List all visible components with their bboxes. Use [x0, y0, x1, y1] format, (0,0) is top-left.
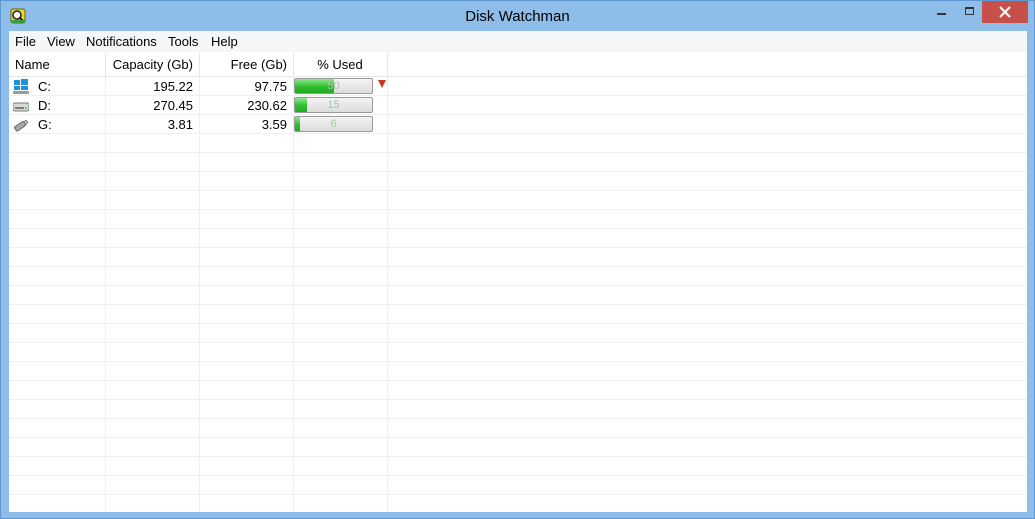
grid-row-line — [9, 418, 1027, 419]
list-header: Name Capacity (Gb) Free (Gb) % Used — [9, 53, 1027, 77]
title-bar[interactable]: Disk Watchman — [1, 1, 1034, 31]
grid-row-line — [9, 456, 1027, 457]
drive-free: 97.75 — [254, 79, 287, 94]
app-window: Disk Watchman File View Notifications To… — [0, 0, 1035, 519]
grid-row-line — [9, 380, 1027, 381]
menu-tools[interactable]: Tools — [168, 34, 198, 49]
alert-arrow-icon — [378, 80, 386, 88]
grid-row-line — [9, 323, 1027, 324]
drive-capacity: 195.22 — [153, 79, 193, 94]
grid-row-line — [9, 190, 1027, 191]
grid-row-line — [9, 437, 1027, 438]
grid-column-line — [293, 77, 294, 512]
usage-bar-label: 50 — [327, 80, 340, 92]
menu-file[interactable]: File — [15, 34, 36, 49]
grid-column-line — [105, 77, 106, 512]
usage-bar: 50 — [294, 78, 373, 94]
maximize-icon — [965, 7, 974, 15]
drive-free: 3.59 — [261, 117, 287, 132]
grid-row-line — [9, 247, 1027, 248]
grid-row-line — [9, 228, 1027, 229]
hard-drive-icon — [13, 102, 29, 112]
grid-row-line — [9, 171, 1027, 172]
column-divider[interactable] — [105, 53, 106, 76]
drive-name: G: — [38, 117, 52, 132]
drive-list[interactable]: Name Capacity (Gb) Free (Gb) % Used C: 1… — [9, 53, 1027, 512]
grid-row-line — [9, 342, 1027, 343]
usage-bar-label: 6 — [330, 118, 337, 130]
menu-view[interactable]: View — [47, 34, 75, 49]
grid-row-line — [9, 475, 1027, 476]
column-header-free[interactable]: Free (Gb) — [199, 57, 287, 72]
usage-bar: 15 — [294, 97, 373, 113]
grid-row-line — [9, 209, 1027, 210]
menu-bar: File View Notifications Tools Help — [9, 31, 1027, 52]
drive-free: 230.62 — [247, 98, 287, 113]
close-button[interactable] — [982, 1, 1028, 23]
drive-name: D: — [38, 98, 51, 113]
column-divider[interactable] — [293, 53, 294, 76]
drive-name: C: — [38, 79, 51, 94]
grid-row-line — [9, 494, 1027, 495]
drive-row-g[interactable]: G: 3.81 3.59 6 — [9, 115, 1027, 134]
grid-row-line — [9, 152, 1027, 153]
drive-capacity: 270.45 — [153, 98, 193, 113]
usage-bar: 6 — [294, 116, 373, 132]
drive-row-d[interactable]: D: 270.45 230.62 15 — [9, 96, 1027, 115]
column-header-used[interactable]: % Used — [294, 57, 386, 72]
column-header-name[interactable]: Name — [15, 57, 50, 72]
minimize-icon — [937, 13, 946, 15]
drive-row-c[interactable]: C: 195.22 97.75 50 — [9, 77, 1027, 96]
client-area: File View Notifications Tools Help Name … — [9, 31, 1027, 512]
column-divider[interactable] — [199, 53, 200, 76]
maximize-button[interactable] — [957, 1, 983, 23]
usb-drive-icon — [14, 119, 29, 132]
menu-help[interactable]: Help — [211, 34, 238, 49]
menu-notifications[interactable]: Notifications — [86, 34, 157, 49]
windows-drive-icon — [13, 79, 29, 94]
close-icon — [999, 6, 1011, 18]
grid-column-line — [387, 77, 388, 512]
window-title: Disk Watchman — [465, 8, 570, 25]
grid-row-line — [9, 361, 1027, 362]
minimize-button[interactable] — [929, 1, 955, 23]
usage-bar-label: 15 — [327, 99, 340, 111]
grid-row-line — [9, 285, 1027, 286]
grid-row-line — [9, 399, 1027, 400]
grid-row-line — [9, 304, 1027, 305]
grid-row-line — [9, 266, 1027, 267]
drive-capacity: 3.81 — [167, 117, 193, 132]
column-divider[interactable] — [387, 53, 388, 76]
column-header-capacity[interactable]: Capacity (Gb) — [105, 57, 193, 72]
grid-column-line — [199, 77, 200, 512]
